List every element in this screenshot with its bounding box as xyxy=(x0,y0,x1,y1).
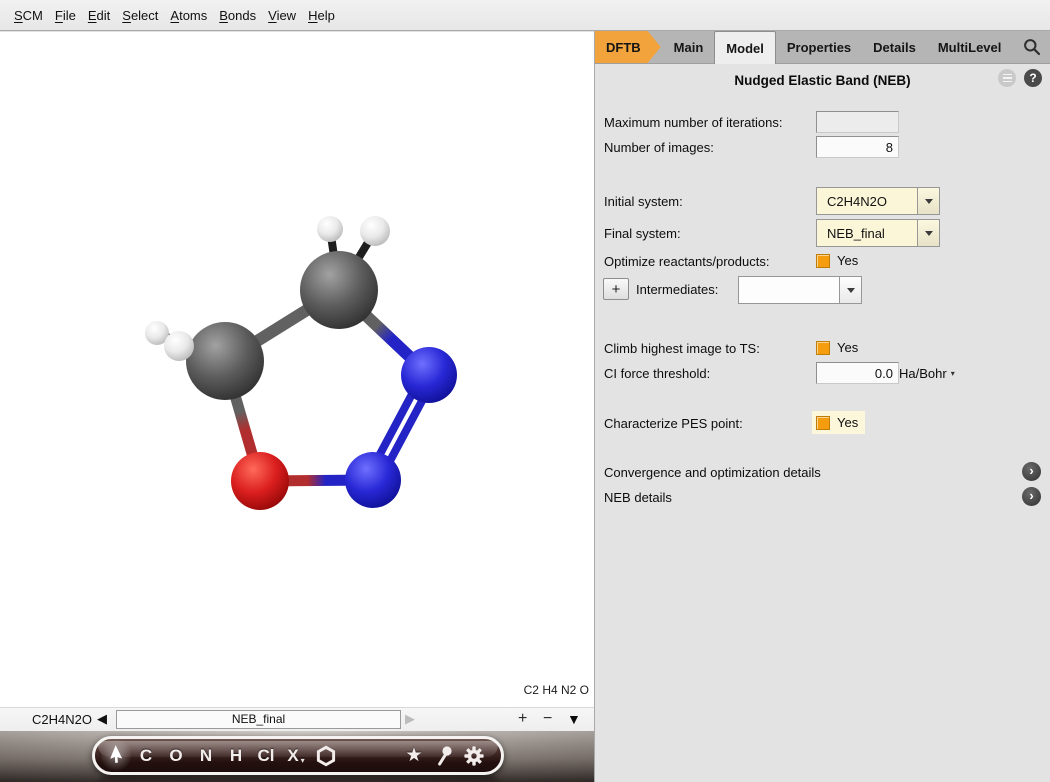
atom-C1[interactable] xyxy=(300,251,378,329)
initial-system-dropdown[interactable]: C2H4N2O xyxy=(816,187,940,215)
menu-select[interactable]: Select xyxy=(122,8,158,23)
search-icon[interactable] xyxy=(1014,31,1050,63)
atom-C2[interactable] xyxy=(186,322,264,400)
num-images-input[interactable] xyxy=(816,136,899,158)
toolbar-reflection xyxy=(96,775,502,782)
final-system-dropdown[interactable]: NEB_final xyxy=(816,219,940,247)
element-o-button[interactable]: O xyxy=(161,739,191,772)
max-iterations-label: Maximum number of iterations: xyxy=(604,115,782,130)
unit-label: Ha/Bohr xyxy=(899,366,947,381)
atom-O1[interactable] xyxy=(231,452,289,510)
help-button[interactable]: ? xyxy=(1024,69,1042,87)
tab-details[interactable]: Details xyxy=(862,31,927,63)
optimize-reactants-row: Yes xyxy=(816,253,858,268)
menu-bonds[interactable]: Bonds xyxy=(219,8,256,23)
atom-H4[interactable] xyxy=(164,331,194,361)
menu-edit[interactable]: Edit xyxy=(88,8,110,23)
menu-atoms[interactable]: Atoms xyxy=(170,8,207,23)
formula-label: C2 H4 N2 O xyxy=(524,683,589,697)
characterize-pes-value: Yes xyxy=(837,415,858,430)
menu-help[interactable]: Help xyxy=(308,8,335,23)
chevron-down-icon[interactable] xyxy=(917,220,939,246)
initial-system-value: C2H4N2O xyxy=(817,188,917,214)
hexagon-icon[interactable] xyxy=(311,739,341,772)
atom-N1[interactable] xyxy=(401,347,457,403)
intermediates-value xyxy=(739,277,839,303)
convergence-details-button[interactable]: › xyxy=(1022,462,1041,481)
characterize-pes-label: Characterize PES point: xyxy=(604,416,743,431)
element-cl-button[interactable]: Cl xyxy=(251,739,281,772)
menu-bar: SCM File Edit Select Atoms Bonds View Help xyxy=(0,0,1050,31)
current-system-label: C2H4N2O xyxy=(0,712,92,727)
optimize-reactants-label: Optimize reactants/products: xyxy=(604,254,769,269)
tab-model[interactable]: Model xyxy=(714,31,776,64)
atom-H2[interactable] xyxy=(360,216,390,246)
lollipop-icon[interactable] xyxy=(429,739,459,772)
element-h-button[interactable]: H xyxy=(221,739,251,772)
frame-name-box[interactable]: NEB_final xyxy=(116,710,401,729)
prev-frame-button[interactable]: ◀ xyxy=(97,711,107,727)
climb-highest-value: Yes xyxy=(837,340,858,355)
tab-multilevel[interactable]: MultiLevel xyxy=(927,31,1013,63)
optimize-reactants-value: Yes xyxy=(837,253,858,268)
neb-details-label: NEB details xyxy=(604,490,672,505)
ci-force-threshold-label: CI force threshold: xyxy=(604,366,710,381)
unit-selector[interactable]: Ha/Bohr ▾ xyxy=(899,366,955,381)
bottom-toolbar-strip: CONHClX▾ ★ xyxy=(0,731,594,782)
input-panel: DFTBMainModelPropertiesDetailsMultiLevel… xyxy=(594,31,1050,782)
num-images-label: Number of images: xyxy=(604,140,714,155)
max-iterations-input[interactable] xyxy=(816,111,899,133)
chevron-down-icon: ▾ xyxy=(301,756,305,765)
element-toolbar: CONHClX▾ ★ xyxy=(92,736,504,775)
climb-highest-row: Yes xyxy=(816,340,858,355)
climb-highest-checkbox[interactable] xyxy=(816,341,830,355)
pointer-icon[interactable] xyxy=(101,739,131,772)
chevron-down-icon[interactable] xyxy=(839,277,861,303)
panel-menu-button[interactable] xyxy=(998,69,1016,87)
optimize-reactants-checkbox[interactable] xyxy=(816,254,830,268)
panel-title: Nudged Elastic Band (NEB) xyxy=(595,73,1050,88)
convergence-details-label: Convergence and optimization details xyxy=(604,465,821,480)
neb-details-button[interactable]: › xyxy=(1022,487,1041,506)
tab-main[interactable]: Main xyxy=(663,31,715,63)
menu-scm[interactable]: SCM xyxy=(14,8,43,23)
intermediates-label: Intermediates: xyxy=(636,282,718,297)
add-intermediate-button[interactable]: + xyxy=(603,278,629,300)
climb-highest-label: Climb highest image to TS: xyxy=(604,341,760,356)
star-icon[interactable]: ★ xyxy=(399,739,429,772)
menu-view[interactable]: View xyxy=(268,8,296,23)
final-system-label: Final system: xyxy=(604,226,681,241)
molecule-viewer[interactable]: C2 H4 N2 O xyxy=(0,32,594,707)
element-n-button[interactable]: N xyxy=(191,739,221,772)
element-x-button[interactable]: X▾ xyxy=(281,739,311,772)
chevron-down-icon[interactable] xyxy=(917,188,939,214)
frames-expand-button[interactable]: ▼ xyxy=(567,711,581,727)
tab-dftb[interactable]: DFTB xyxy=(595,31,661,63)
characterize-pes-row: Yes xyxy=(812,411,865,434)
element-c-button[interactable]: C xyxy=(131,739,161,772)
next-frame-button[interactable]: ▶ xyxy=(405,711,415,727)
frame-status-bar: C2H4N2O ◀ NEB_final ▶ + − ▼ xyxy=(0,707,594,732)
unit-dropdown-icon: ▾ xyxy=(951,369,955,378)
atom-N2[interactable] xyxy=(345,452,401,508)
add-frame-button[interactable]: + xyxy=(518,710,527,728)
initial-system-label: Initial system: xyxy=(604,194,683,209)
ci-force-threshold-input[interactable] xyxy=(816,362,899,384)
remove-frame-button[interactable]: − xyxy=(543,710,552,728)
final-system-value: NEB_final xyxy=(817,220,917,246)
gear-icon[interactable] xyxy=(459,739,489,772)
intermediates-dropdown[interactable] xyxy=(738,276,862,304)
menu-file[interactable]: File xyxy=(55,8,76,23)
characterize-pes-checkbox[interactable] xyxy=(816,416,830,430)
atom-H1[interactable] xyxy=(317,216,343,242)
star-icon: ★ xyxy=(405,746,422,765)
molecule-3d-render[interactable] xyxy=(0,32,594,707)
tab-properties[interactable]: Properties xyxy=(776,31,862,63)
tab-bar: DFTBMainModelPropertiesDetailsMultiLevel xyxy=(595,31,1050,64)
